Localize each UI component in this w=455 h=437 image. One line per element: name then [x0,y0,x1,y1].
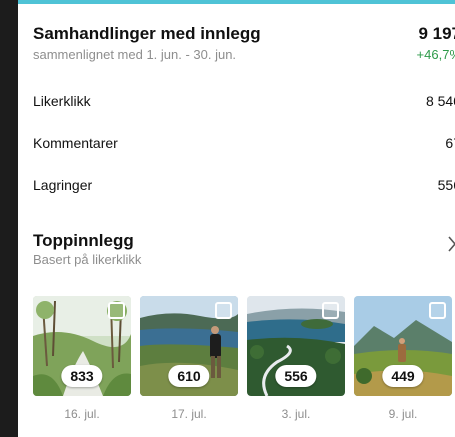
post-date: 3. jul. [281,407,311,421]
metric-saves-label: Lagringer [33,177,93,193]
select-checkbox[interactable] [108,302,125,319]
chevron-right-icon[interactable] [447,236,455,257]
post-like-count: 610 [168,365,210,387]
top-post-thumbnail[interactable]: 833 [33,296,131,396]
interactions-change: +46,7% [416,47,455,62]
metric-saves-value: 556 [437,177,455,193]
insights-card: Samhandlinger med innlegg sammenlignet m… [18,4,455,437]
metric-comments-label: Kommentarer [33,135,118,151]
top-posts-subtitle: Basert på likerklikk [33,252,142,267]
top-post-thumbnail[interactable]: 610 [140,296,238,396]
post-like-count: 449 [382,365,424,387]
post-like-count: 556 [275,365,317,387]
top-post-thumbnail[interactable]: 449 [354,296,452,396]
metric-likes-label: Likerklikk [33,93,91,109]
select-checkbox[interactable] [429,302,446,319]
left-edge-strip [0,0,18,437]
interactions-title: Samhandlinger med innlegg [33,24,261,43]
top-posts-title[interactable]: Toppinnlegg [33,231,134,251]
post-date: 9. jul. [388,407,418,421]
comparison-subtitle: sammenlignet med 1. jun. - 30. jun. [33,47,237,62]
select-checkbox[interactable] [322,302,339,319]
post-date: 16. jul. [64,407,100,421]
post-like-count: 833 [61,365,103,387]
top-post-thumbnail[interactable]: 556 [247,296,345,396]
metric-likes-value: 8 540 [425,93,455,109]
metric-comments-value: 67 [445,135,455,151]
interactions-total: 9 197 [418,24,455,43]
post-date: 17. jul. [171,407,207,421]
select-checkbox[interactable] [215,302,232,319]
